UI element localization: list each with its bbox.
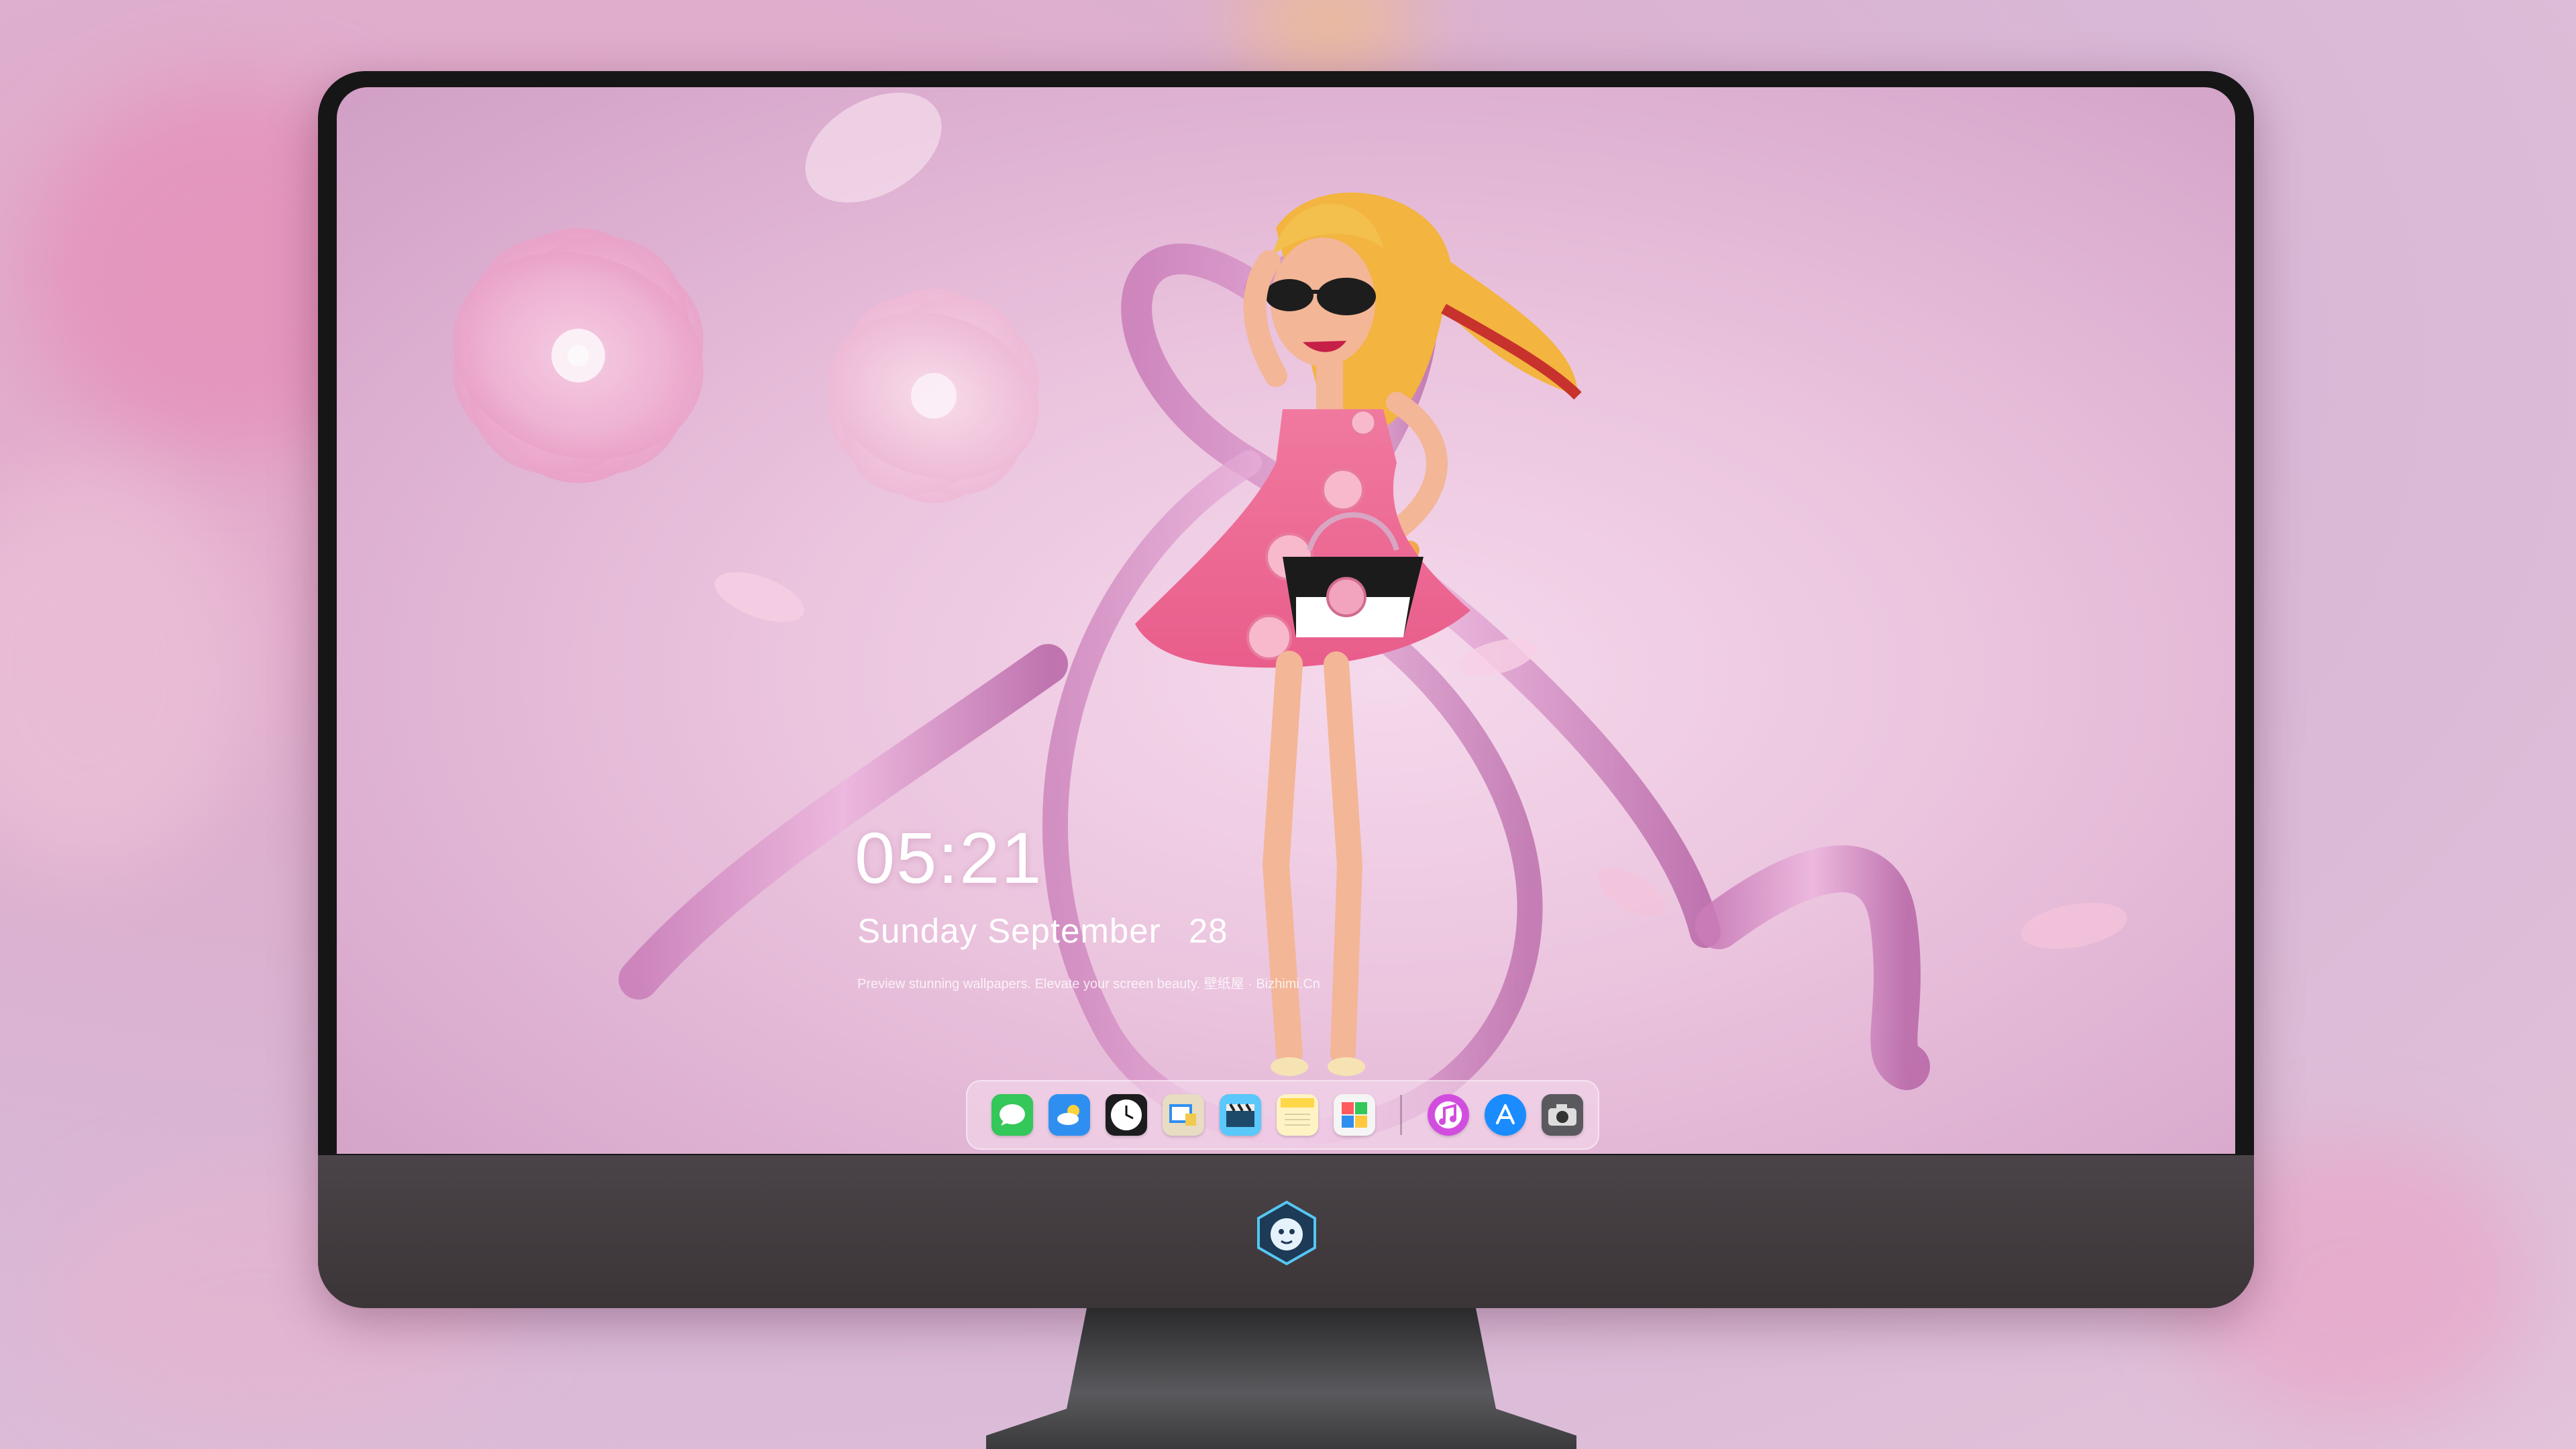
background-blur bbox=[0, 470, 255, 872]
clapper-icon[interactable] bbox=[1220, 1094, 1261, 1136]
monitor-stand bbox=[986, 1308, 1576, 1449]
desktop-screen: 05:21 Sunday September 28 Preview stunni… bbox=[337, 87, 2235, 1154]
clock-icon[interactable] bbox=[1106, 1094, 1147, 1136]
messages-icon[interactable] bbox=[991, 1094, 1033, 1136]
tiger-logo-icon bbox=[1257, 1200, 1316, 1266]
lock-date: Sunday September 28 bbox=[857, 911, 1228, 951]
lock-clock: 05:21 bbox=[855, 817, 1043, 898]
camera-icon[interactable] bbox=[1542, 1094, 1583, 1136]
music-note-icon[interactable] bbox=[1428, 1094, 1469, 1136]
weather-icon[interactable] bbox=[1049, 1094, 1090, 1136]
background-blur bbox=[1241, 0, 1415, 80]
dock bbox=[966, 1080, 1599, 1150]
date-weekday: Sunday bbox=[857, 912, 977, 950]
dock-separator bbox=[1400, 1095, 1402, 1135]
date-day: 28 bbox=[1188, 912, 1228, 950]
wallpaper-illustration bbox=[619, 193, 2127, 1145]
date-month: September bbox=[987, 912, 1161, 950]
app-store-icon[interactable] bbox=[1485, 1094, 1526, 1136]
notes-icon[interactable] bbox=[1277, 1094, 1318, 1136]
photo-grid-icon[interactable] bbox=[1334, 1094, 1375, 1136]
preview-icon[interactable] bbox=[1163, 1094, 1204, 1136]
wallpaper-tagline: Preview stunning wallpapers. Elevate you… bbox=[857, 977, 1320, 991]
